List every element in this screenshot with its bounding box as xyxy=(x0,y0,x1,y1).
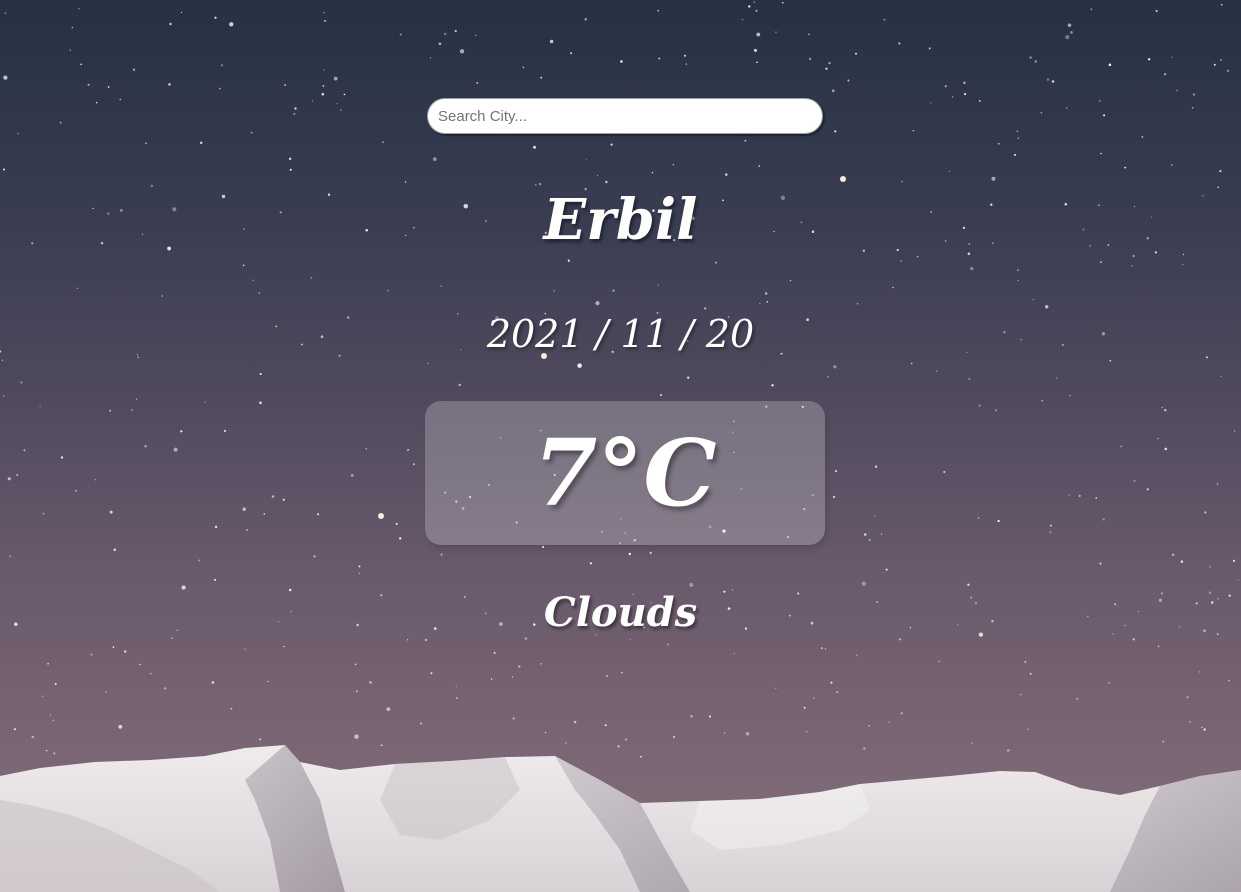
search-bar xyxy=(427,98,823,134)
current-date: 2021 / 11 / 20 xyxy=(486,312,755,356)
search-city-input[interactable] xyxy=(427,98,823,134)
city-name: Erbil xyxy=(543,187,698,253)
temperature-card: 7°C xyxy=(425,401,825,545)
weather-condition: Clouds xyxy=(543,589,698,636)
temperature-value: 7°C xyxy=(533,419,717,527)
